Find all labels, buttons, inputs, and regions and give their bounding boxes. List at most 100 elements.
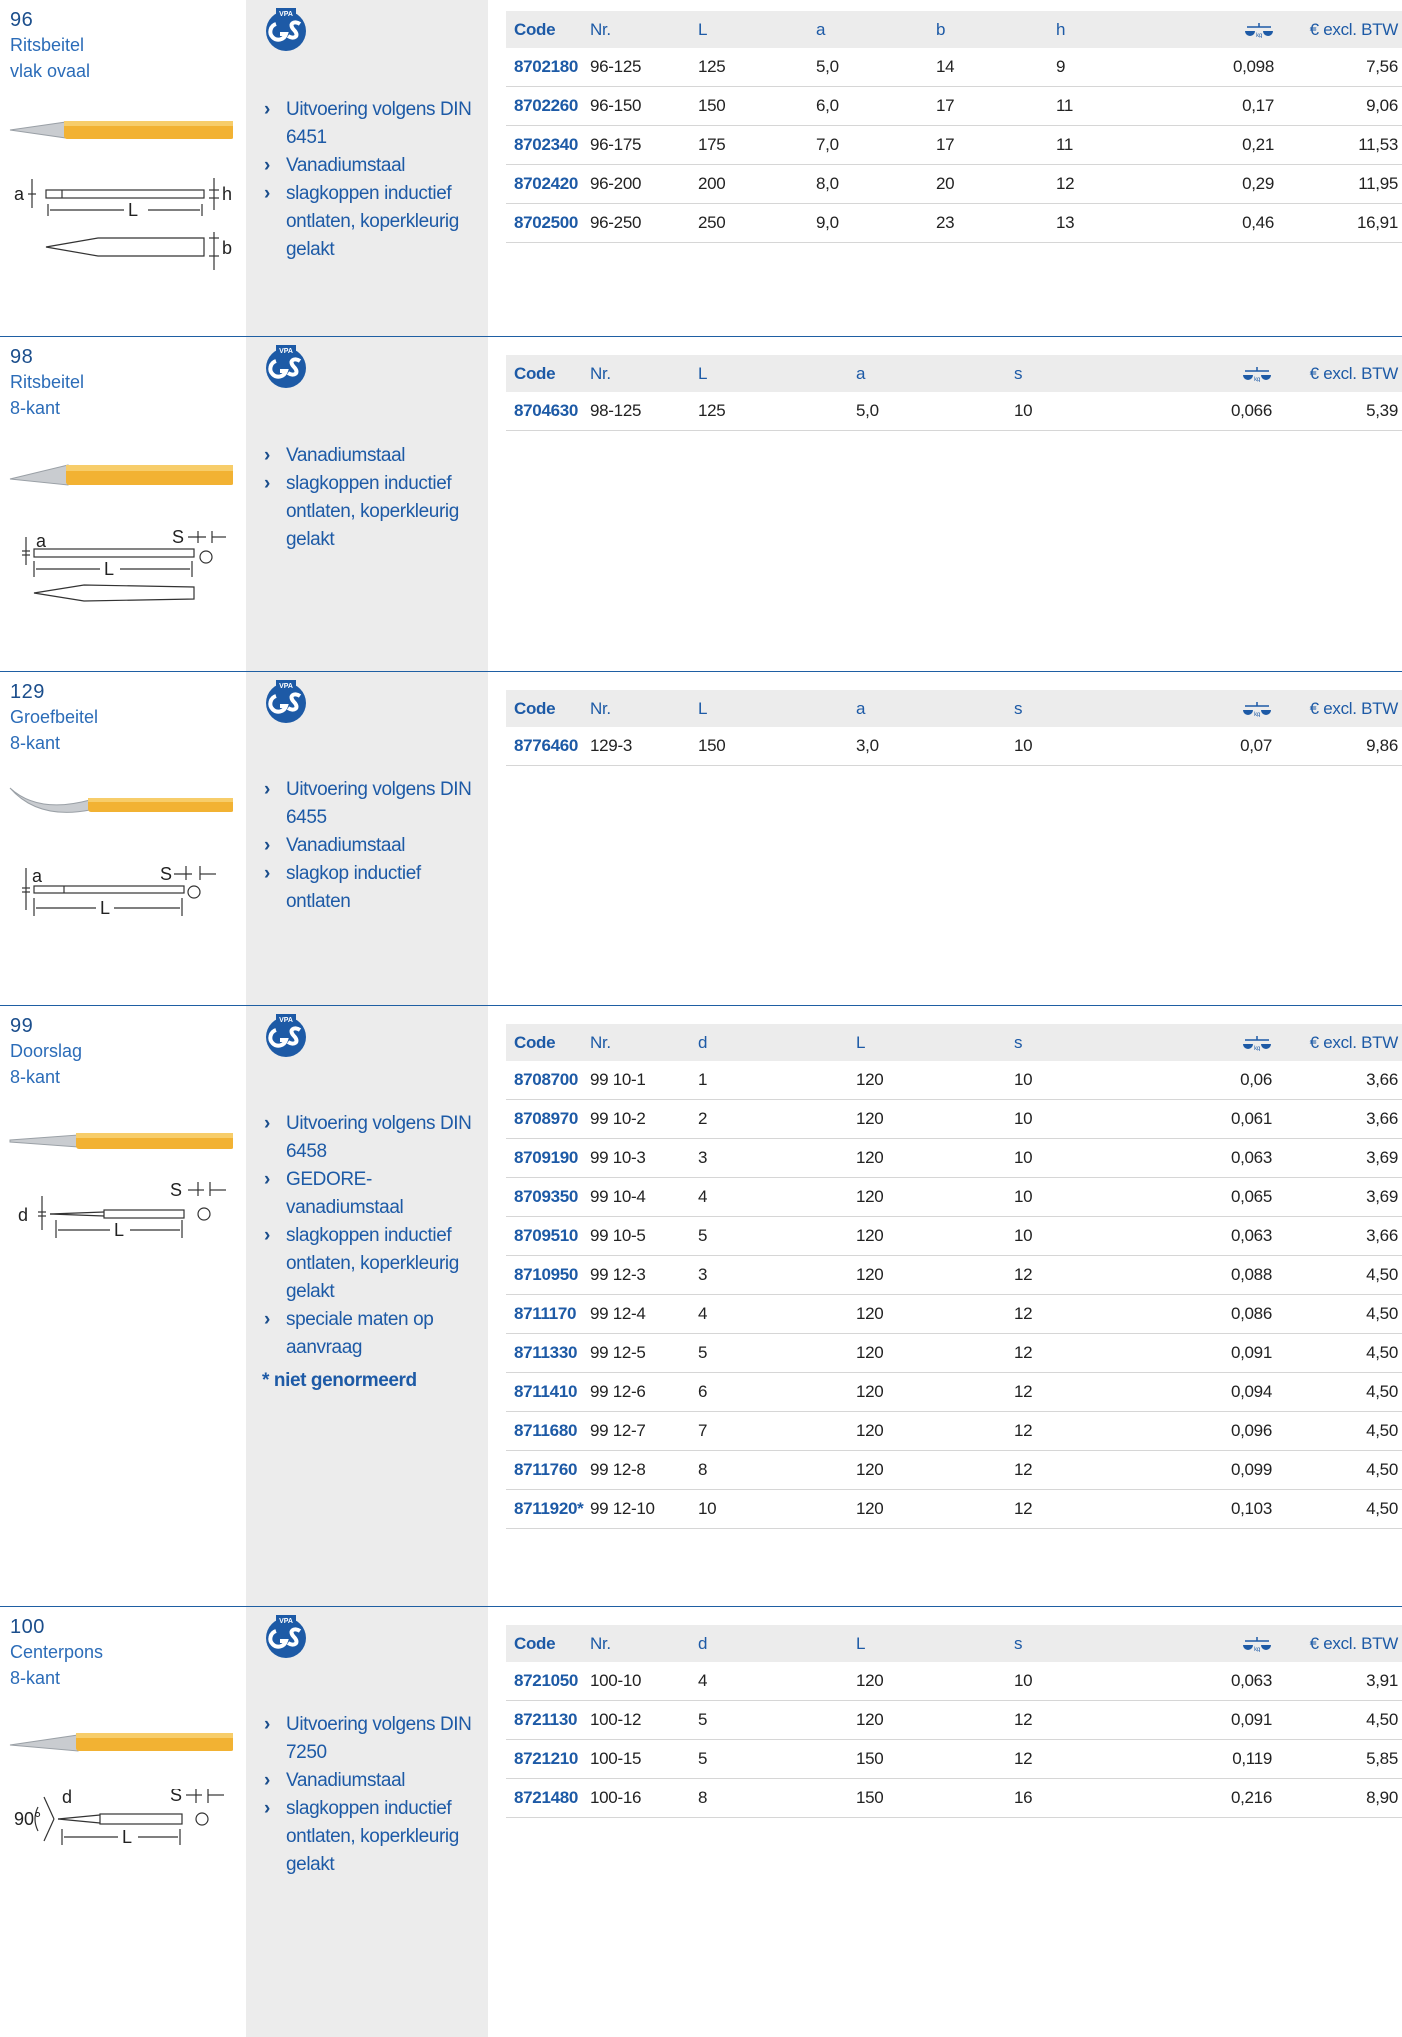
svg-text:kg: kg	[1254, 1046, 1260, 1051]
product-name-line: 8-kant	[10, 398, 61, 418]
column-header: Nr.	[582, 1024, 690, 1061]
table-cell: 0,119	[1206, 1739, 1276, 1779]
table-cell: 4	[690, 1662, 848, 1701]
dim-label: a	[32, 866, 43, 886]
column-header: d	[690, 1024, 848, 1061]
gs-logo-text: VPA	[279, 1017, 293, 1024]
table-cell: 96-125	[582, 48, 690, 87]
article-code-cell: 8711760	[506, 1450, 582, 1490]
table-cell: 96-200	[582, 164, 690, 204]
table-cell: 16,91	[1278, 203, 1402, 243]
table-cell: 10	[1006, 1177, 1206, 1217]
feature-item: › slagkop inductief ontlaten	[264, 863, 421, 912]
table-cell: 8,90	[1276, 1778, 1402, 1818]
gs-certification-logo: VPA	[266, 1014, 306, 1057]
dim-label: a	[14, 184, 25, 204]
table-cell: 11,53	[1278, 125, 1402, 165]
dim-label: L	[114, 1220, 124, 1240]
table-cell: 10	[1006, 1138, 1206, 1178]
column-header: b	[928, 11, 1048, 48]
groove-chisel-photo	[9, 787, 233, 813]
section-divider	[0, 336, 1402, 337]
table-cell: 150	[690, 727, 848, 766]
table-cell: 4	[690, 1294, 848, 1334]
column-header: s	[1006, 355, 1206, 392]
feature-item: › slagkoppen inductief ontlaten, koperkle…	[264, 183, 459, 260]
column-header: € excl. BTW	[1278, 11, 1402, 48]
table-cell: 11,95	[1278, 164, 1402, 204]
table-row: 8709190 99 10-3 3 120 10 0,063 3,69	[506, 1138, 1402, 1178]
dim-label: L	[100, 898, 110, 918]
table-cell: 99 12-3	[582, 1255, 690, 1295]
table-cell: 0,29	[1218, 164, 1278, 204]
price-table: Code Nr. La s kg € excl. BTW 8704630 98-125 125 5…	[506, 355, 1402, 431]
table-header-row: Code Nr. La s kg € excl. BTW	[506, 690, 1402, 727]
dimension-diagram: a S L	[22, 527, 226, 602]
product-number: 100	[10, 1616, 45, 1638]
table-cell: 150	[690, 86, 808, 126]
svg-text:kg: kg	[1254, 712, 1260, 717]
table-cell: 10	[1006, 392, 1206, 431]
table-cell: 3	[690, 1138, 848, 1178]
table-cell: 0,21	[1218, 125, 1278, 165]
dimension-diagram: d S L	[18, 1180, 226, 1240]
column-header: L	[848, 1024, 1006, 1061]
table-cell: 3,66	[1276, 1216, 1402, 1256]
column-header: Nr.	[582, 1625, 690, 1662]
table-cell: 175	[690, 125, 808, 165]
table-cell: 3,69	[1276, 1177, 1402, 1217]
center-punch-photo	[9, 1733, 233, 1752]
table-cell: 120	[848, 1294, 1006, 1334]
table-cell: 129-3	[582, 727, 690, 766]
article-code-cell: 8709190	[506, 1138, 582, 1178]
column-header: Code	[506, 355, 582, 392]
product-heading: 98 Ritsbeitel 8-kant	[10, 345, 235, 421]
table-cell: 0,086	[1206, 1294, 1276, 1334]
table-header-row: Code Nr. La b h kg € excl. BTW	[506, 11, 1402, 48]
article-code-cell: 8702260	[506, 86, 582, 126]
article-code-cell: 8721130	[506, 1700, 582, 1740]
article-code-cell: 8711410	[506, 1372, 582, 1412]
table-row: 8702500 96-250 250 9,0 23 13 0,46 16,91	[506, 203, 1402, 243]
product-name-line: 8-kant	[10, 1067, 61, 1087]
article-code-cell: 8702180	[506, 48, 582, 87]
table-cell: 12	[1006, 1411, 1206, 1451]
table-cell: 250	[690, 203, 808, 243]
product-section-99: 99 Doorslag 8-kant d S L VPA › Uitvoering…	[0, 1005, 1402, 1606]
table-cell: 7	[690, 1411, 848, 1451]
table-cell: 12	[1006, 1372, 1206, 1412]
table-row: 8702180 96-125 125 5,0 14 9 0,098 7,56	[506, 48, 1402, 87]
column-header: € excl. BTW	[1276, 355, 1402, 392]
product-heading: 100 Centerpons 8-kant	[10, 1615, 235, 1691]
article-code-cell: 8704630	[506, 392, 582, 431]
table-cell: 10	[1006, 727, 1206, 766]
table-cell: 99 12-4	[582, 1294, 690, 1334]
table-cell: 0,216	[1206, 1778, 1276, 1818]
table-cell: 0,07	[1206, 727, 1276, 766]
price-table: Code Nr. d Ls kg € excl. BTW 8721050 100-10 4 120…	[506, 1625, 1402, 1818]
column-header: € excl. BTW	[1276, 1024, 1402, 1061]
column-header: Code	[506, 690, 582, 727]
table-cell: 150	[848, 1739, 1006, 1779]
table-cell: 5,39	[1276, 392, 1402, 431]
table-cell: 100-10	[582, 1662, 690, 1701]
table-cell: 4,50	[1276, 1372, 1402, 1412]
table-cell: 99 10-4	[582, 1177, 690, 1217]
table-row: 8711920* 99 12-10 10 120 12 0,103 4,50	[506, 1489, 1402, 1529]
feature-item: › slagkoppen inductief ontlaten, koperkle…	[264, 473, 459, 550]
table-cell: 12	[1006, 1294, 1206, 1334]
table-cell: 10	[1006, 1061, 1206, 1100]
table-cell: 4,50	[1276, 1450, 1402, 1490]
article-code-cell: 8776460	[506, 727, 582, 766]
column-header: L	[690, 690, 848, 727]
table-cell: 120	[848, 1411, 1006, 1451]
table-cell: 12	[1006, 1255, 1206, 1295]
feature-list: › Uitvoering volgens DIN 6458 › GEDORE-van…	[262, 1110, 484, 1392]
table-cell: 99 10-2	[582, 1099, 690, 1139]
footnote-not-standardized: * niet genormeerd	[262, 1370, 417, 1391]
article-code-cell: 8721480	[506, 1778, 582, 1818]
table-cell: 0,063	[1206, 1662, 1276, 1701]
product-number: 99	[10, 1015, 34, 1037]
weight-kg-icon: kg	[1243, 1637, 1271, 1652]
price-table: Code Nr. d Ls kg € excl. BTW 8708700 99 10-1 1 12…	[506, 1024, 1402, 1529]
